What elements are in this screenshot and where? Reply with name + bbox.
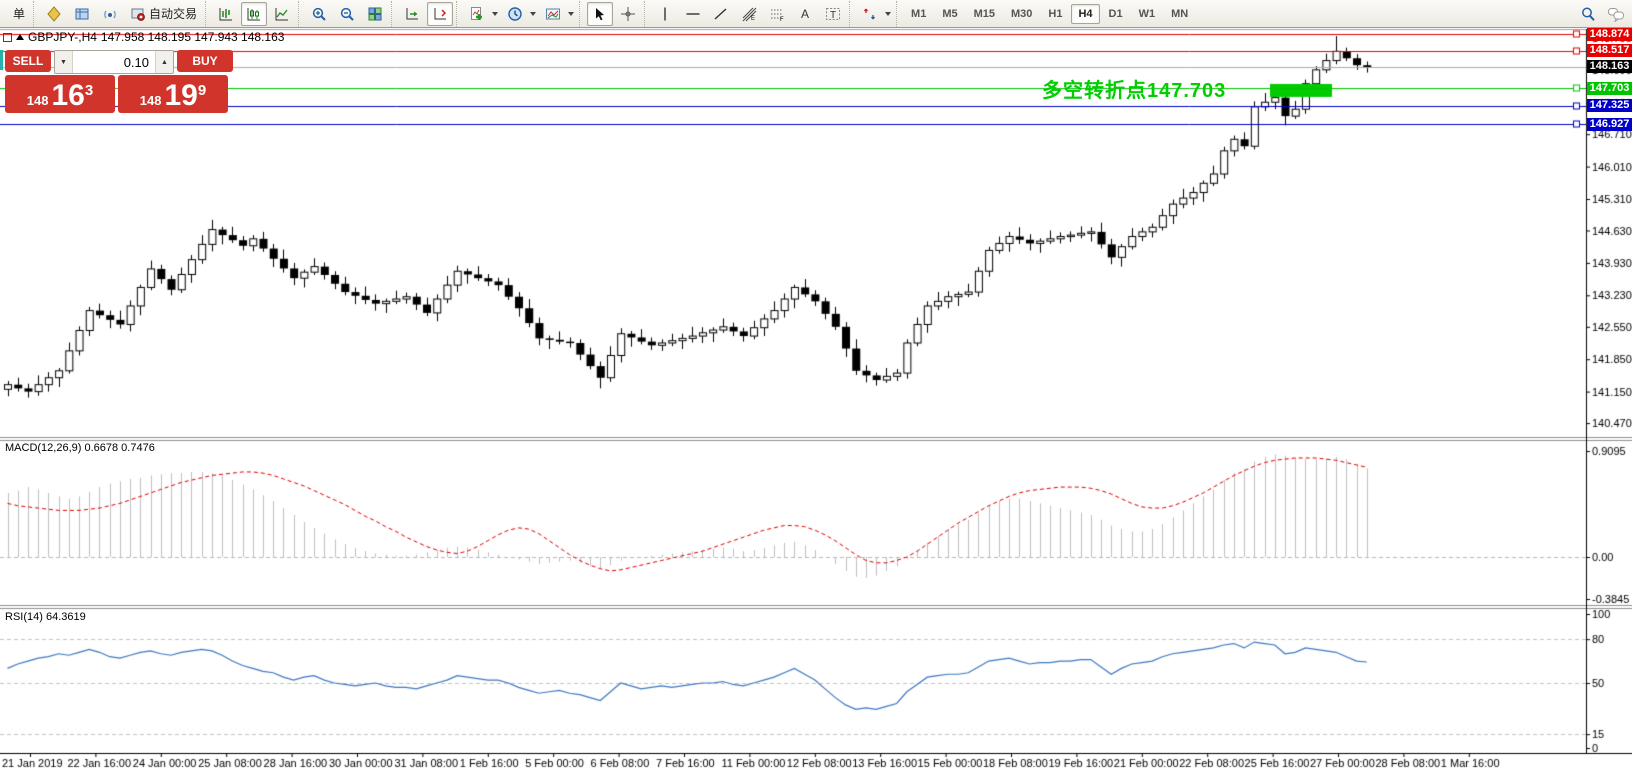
sell-price-sup: 3 — [85, 82, 93, 99]
symbol-marker-icon — [3, 33, 12, 42]
favorites-icon[interactable] — [41, 2, 67, 26]
buy-price-sup: 9 — [198, 82, 206, 99]
auto-scroll-icon[interactable] — [399, 2, 425, 26]
chart-workspace: GBPJPY-,H4 147.958 148.195 147.943 148.1… — [0, 0, 1632, 774]
indicators-icon[interactable] — [464, 2, 490, 26]
timeframe-m15[interactable]: M15 — [967, 4, 1002, 24]
indicators-dropdown-icon[interactable] — [492, 12, 498, 16]
macd-indicator-label: MACD(12,26,9) 0.6678 0.7476 — [5, 442, 155, 454]
chart-windows-icon[interactable] — [69, 2, 95, 26]
templates-dropdown-icon[interactable] — [568, 12, 574, 16]
timeframe-m5[interactable]: M5 — [935, 4, 964, 24]
buy-price-box[interactable]: 148 19 9 — [118, 75, 228, 113]
text-icon[interactable]: A — [792, 2, 818, 26]
vertical-line-icon[interactable] — [652, 2, 678, 26]
buy-button[interactable]: BUY — [177, 50, 233, 72]
tile-windows-icon[interactable] — [362, 2, 388, 26]
timeframe-mn[interactable]: MN — [1164, 4, 1195, 24]
main-toolbar: 单 自动交易 E F A T — [0, 0, 1632, 28]
text-label-icon[interactable]: T — [820, 2, 846, 26]
periods-dropdown-icon[interactable] — [530, 12, 536, 16]
buy-price-base: 148 — [140, 93, 162, 108]
symbol-name: GBPJPY-,H4 — [28, 30, 97, 44]
bar-chart-icon[interactable] — [213, 2, 239, 26]
new-order-button[interactable]: 单 — [5, 2, 30, 26]
chart-shift-icon[interactable] — [427, 2, 453, 26]
symbol-triangle-icon — [16, 34, 24, 40]
price-level-label[interactable]: 148.874 — [1587, 28, 1632, 41]
timeframe-h1[interactable]: H1 — [1041, 4, 1069, 24]
sell-price-base: 148 — [27, 93, 49, 108]
volume-input[interactable]: 0.10 — [73, 51, 155, 73]
arrows-dropdown-icon[interactable] — [885, 12, 891, 16]
timeframe-h4[interactable]: H4 — [1071, 4, 1099, 24]
sell-price-box[interactable]: 148 16 3 — [5, 75, 115, 113]
cursor-icon[interactable] — [587, 2, 613, 26]
signal-icon[interactable] — [97, 2, 123, 26]
timeframe-m30[interactable]: M30 — [1004, 4, 1039, 24]
price-level-label[interactable]: 147.703 — [1587, 82, 1632, 95]
panel-collapse-tab[interactable] — [0, 50, 3, 70]
pivot-annotation-text: 多空转折点147.703 — [1042, 74, 1226, 103]
periods-icon[interactable] — [502, 2, 528, 26]
volume-increase-button[interactable]: ▲ — [155, 51, 173, 73]
symbol-ohlc: 147.958 148.195 147.943 148.163 — [101, 30, 285, 44]
zoom-out-icon[interactable] — [334, 2, 360, 26]
zoom-in-icon[interactable] — [306, 2, 332, 26]
volume-decrease-button[interactable]: ▼ — [55, 51, 73, 73]
chart-title: GBPJPY-,H4 147.958 148.195 147.943 148.1… — [3, 30, 284, 44]
volume-spinner: ▼ 0.10 ▲ — [54, 50, 174, 74]
autotrade-button[interactable]: 自动交易 — [125, 2, 202, 26]
svg-text:F: F — [780, 17, 784, 22]
fibonacci-icon[interactable]: E — [736, 2, 762, 26]
price-level-label[interactable]: 146.927 — [1587, 118, 1632, 131]
timeframe-group: M1M5M15M30H1H4D1W1MN — [896, 1, 1196, 27]
candlestick-icon[interactable] — [241, 2, 267, 26]
chart-canvas[interactable] — [0, 0, 1632, 774]
channels-icon[interactable]: F — [764, 2, 790, 26]
trendline-icon[interactable] — [708, 2, 734, 26]
buy-price-main: 19 — [164, 81, 197, 111]
rsi-indicator-label: RSI(14) 64.3619 — [5, 611, 86, 623]
horizontal-line-icon[interactable] — [680, 2, 706, 26]
search-icon[interactable] — [1575, 2, 1601, 26]
svg-text:A: A — [801, 7, 809, 21]
templates-icon[interactable] — [540, 2, 566, 26]
timeframe-d1[interactable]: D1 — [1102, 4, 1130, 24]
timeframe-m1[interactable]: M1 — [904, 4, 933, 24]
timeframe-w1[interactable]: W1 — [1132, 4, 1163, 24]
sell-button[interactable]: SELL — [5, 50, 51, 72]
chat-icon[interactable] — [1603, 2, 1629, 26]
svg-text:E: E — [751, 16, 755, 22]
price-level-label[interactable]: 148.517 — [1587, 44, 1632, 57]
sell-price-main: 16 — [51, 81, 84, 111]
price-level-label[interactable]: 148.163 — [1587, 60, 1632, 73]
line-chart-icon[interactable] — [269, 2, 295, 26]
price-level-label[interactable]: 147.325 — [1587, 99, 1632, 112]
arrows-icon[interactable] — [857, 2, 883, 26]
svg-text:T: T — [830, 10, 836, 21]
crosshair-icon[interactable] — [615, 2, 641, 26]
